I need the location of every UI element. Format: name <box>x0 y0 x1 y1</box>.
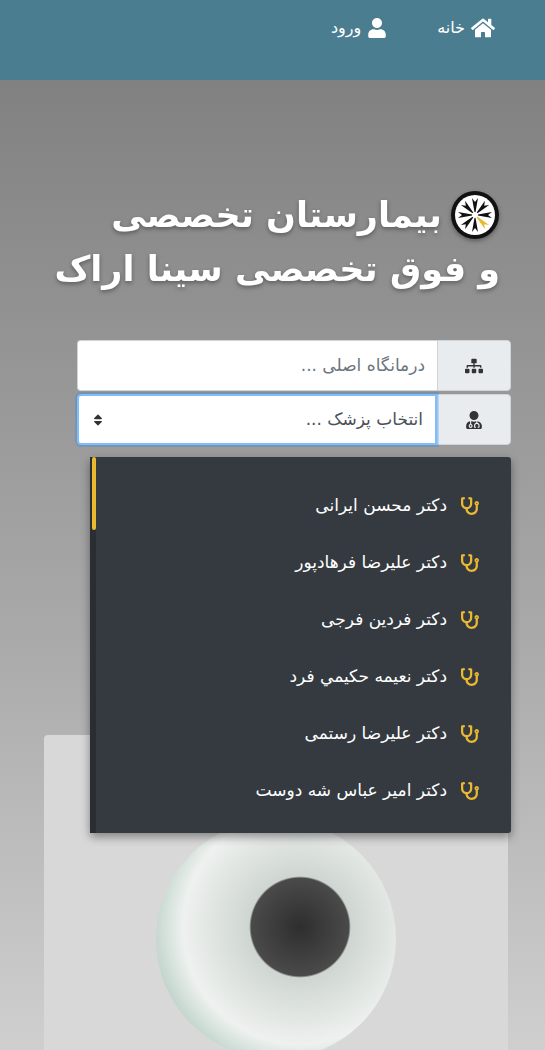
stethoscope-icon <box>461 497 479 515</box>
doctor-dropdown: دکتر محسن ایرانیدکتر علیرضا فرهادپوردکتر… <box>90 457 511 833</box>
hospital-title: بیمارستان تخصصیو فوق تخصصی سینا اراک <box>0 188 545 296</box>
doctor-option[interactable]: دکتر علیرضا رستمی <box>96 705 511 762</box>
scrollbar-thumb[interactable] <box>92 457 96 530</box>
nav-link[interactable]: خانه <box>437 16 495 40</box>
doctor-icon-box <box>437 394 511 445</box>
page: خانه ورود بیمارستان تخصصیو فوق تخصصی سینا … <box>0 0 545 1050</box>
doctor-option[interactable]: دکتر محسن ایرانی <box>96 477 511 534</box>
doctor-option[interactable]: دکتر نعیمه حکيمي فرد <box>96 648 511 705</box>
home-icon <box>471 16 495 40</box>
stethoscope-icon <box>461 611 479 629</box>
clinic-icon-box <box>437 340 511 391</box>
doctor-option[interactable]: دکتر امیر عباس شه دوست <box>96 762 511 819</box>
clinic-field: درمانگاه اصلی ... <box>77 340 511 391</box>
nav-link[interactable]: ورود <box>331 16 387 40</box>
doctor-option[interactable]: دکتر فردین فرجی <box>96 591 511 648</box>
search-form: درمانگاه اصلی ...انتخاب پزشک ...دکتر محس… <box>77 340 511 445</box>
doctor-field: انتخاب پزشک ... <box>77 394 511 445</box>
stethoscope-icon <box>461 554 479 572</box>
sort-arrows-icon <box>91 413 105 427</box>
doctor-option[interactable]: دکتر علیرضا فرهادپور <box>96 534 511 591</box>
stethoscope-icon <box>461 668 479 686</box>
calendar-photo <box>156 819 396 1050</box>
sitemap-icon <box>465 357 483 375</box>
doctor-select[interactable]: انتخاب پزشک ... <box>77 394 437 445</box>
stethoscope-icon <box>461 782 479 800</box>
dropdown-scrollbar[interactable] <box>90 457 96 833</box>
doctor-icon <box>465 411 483 429</box>
user-icon <box>367 18 387 38</box>
hospital-logo-icon <box>450 190 500 240</box>
clinic-input[interactable]: درمانگاه اصلی ... <box>77 340 437 391</box>
top-navbar: خانه ورود <box>0 0 545 80</box>
stethoscope-icon <box>461 725 479 743</box>
